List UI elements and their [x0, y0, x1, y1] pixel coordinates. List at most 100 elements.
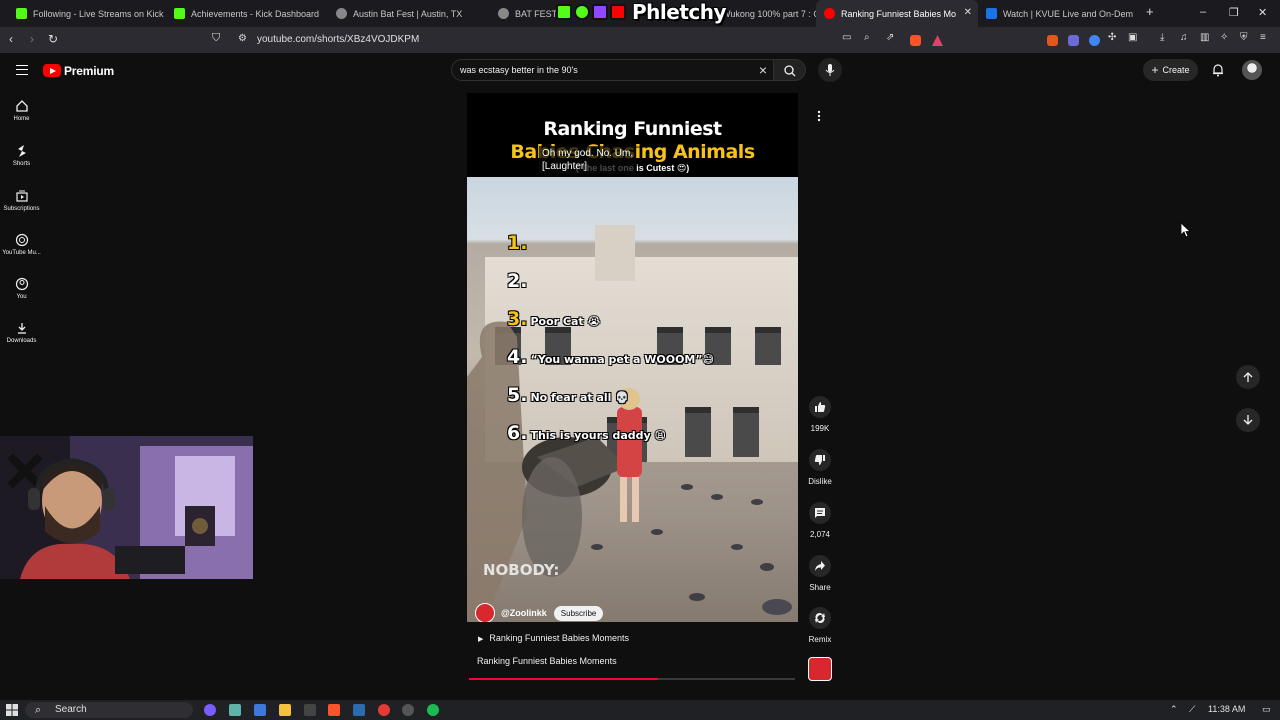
sidebar-item-music[interactable]: YouTube Mu... [0, 233, 43, 256]
stream-overlay-logo: Phletchy [556, 0, 727, 24]
browser-menu-icon[interactable]: ≡ [1260, 32, 1266, 43]
brave-browser-icon[interactable] [328, 704, 340, 716]
caption-line: Oh my god. No. Um, [542, 148, 634, 159]
sidebar-toggle-icon[interactable]: ▣ [1128, 32, 1137, 43]
windows-taskbar: ⌕ Search ⌃ ⟋ 11:38 AM ▭ [0, 700, 1280, 720]
address-bar[interactable]: youtube.com/shorts/XBz4VOJDKPM [257, 34, 419, 45]
notification-center-icon[interactable]: ▭ [1262, 704, 1271, 715]
streamer-webcam [0, 436, 253, 579]
shield-icon[interactable]: ⛨ [1240, 32, 1248, 43]
ai-icon[interactable]: ✧ [1220, 32, 1228, 43]
create-button[interactable]: + Create [1143, 59, 1198, 81]
taskbar-search-box[interactable]: ⌕ Search [25, 702, 193, 718]
extensions-puzzle-icon[interactable]: ✣ [1108, 32, 1116, 43]
tab-austin-bat-fest[interactable]: Austin Bat Fest | Austin, TX [328, 0, 490, 27]
more-options-button[interactable] [808, 105, 830, 127]
shorts-video-player[interactable]: Ranking Funniest Babies Chasing Animals … [467, 93, 798, 622]
sidebar-item-downloads[interactable]: Downloads [0, 321, 43, 344]
tab-title: Watch | KVUE Live and On-Dem [1003, 8, 1134, 19]
subscribe-button[interactable]: Subscribe [553, 605, 604, 621]
cast-icon[interactable]: ▭ [842, 32, 851, 43]
tab-title: Austin Bat Fest | Austin, TX [353, 8, 463, 19]
sidebar-item-home[interactable]: Home [0, 99, 43, 122]
taskbar-app-icon[interactable] [304, 704, 316, 716]
rank-label: Poor Cat 😭 [530, 315, 601, 328]
next-short-button[interactable] [1236, 408, 1260, 432]
playlist-link[interactable]: ▶ Ranking Funniest Babies Moments [478, 633, 629, 643]
channel-name[interactable]: @Zoolinkk [501, 608, 547, 618]
forward-icon[interactable]: › [30, 32, 34, 46]
search-input[interactable]: was ecstasy better in the 90's × [451, 59, 774, 81]
network-icon[interactable]: ⟋ [1189, 704, 1195, 715]
account-avatar[interactable] [1242, 60, 1262, 80]
sidebar-item-label: Subscriptions [3, 206, 40, 212]
extension-circle-icon[interactable] [1089, 35, 1100, 46]
taskbar-app-icon[interactable] [402, 704, 414, 716]
obs-icon[interactable] [378, 704, 390, 716]
panel-icon[interactable]: ▥ [1200, 32, 1209, 43]
rank-label: “You wanna pet a WOOOM”😅 [530, 353, 715, 366]
brave-shields-icon[interactable] [910, 35, 921, 46]
tab-wukong[interactable]: Wukong 100% part 7 : Cl [720, 0, 816, 27]
tab-kick-following[interactable]: Following - Live Streams on Kick [8, 0, 168, 27]
new-tab-icon[interactable]: + [1146, 4, 1154, 19]
video-title[interactable]: Ranking Funniest Babies Moments [477, 656, 617, 666]
close-window-icon[interactable]: ✕ [1258, 6, 1267, 19]
tab-kick-achievements[interactable]: Achievements - Kick Dashboard [166, 0, 328, 27]
create-label: Create [1162, 65, 1190, 75]
shorts-icon [17, 145, 26, 157]
reload-icon[interactable]: ↻ [48, 32, 58, 46]
like-button[interactable]: 199K [801, 396, 839, 433]
search-input-value[interactable]: was ecstasy better in the 90's [460, 65, 578, 75]
sidebar-item-shorts[interactable]: Shorts [0, 144, 43, 167]
sidebar-item-you[interactable]: You [0, 277, 43, 300]
hamburger-menu-icon[interactable] [16, 65, 28, 75]
zoom-icon[interactable]: ⌕ [864, 32, 870, 43]
back-icon[interactable]: ‹ [9, 32, 13, 46]
overlay-brand: Phletchy [632, 0, 727, 24]
voice-search-button[interactable] [818, 58, 842, 82]
minimize-icon[interactable]: – [1200, 6, 1206, 18]
rank-item-5: 5. No fear at all 💀 [507, 384, 629, 406]
search-button[interactable] [774, 59, 806, 81]
file-explorer-icon[interactable] [279, 704, 291, 716]
sidebar-item-subscriptions[interactable]: Subscriptions [0, 189, 43, 212]
share-button[interactable]: Share [801, 555, 839, 592]
taskbar-clock[interactable]: 11:38 AM [1208, 704, 1245, 714]
media-icon[interactable]: ♫ [1180, 32, 1188, 43]
youtube-logo-icon[interactable] [43, 64, 61, 77]
browser-toolbar: ‹ › ↻ ⛉ ⚙ youtube.com/shorts/XBz4VOJDKPM… [0, 27, 1280, 53]
remix-button[interactable]: Remix [801, 607, 839, 644]
notifications-bell-icon[interactable] [1211, 63, 1225, 77]
video-progress-bar[interactable] [469, 678, 795, 680]
tab-kvue[interactable]: Watch | KVUE Live and On-Dem [978, 0, 1138, 27]
bookmark-icon[interactable]: ⛉ [212, 32, 220, 45]
dislike-button[interactable]: Dislike [801, 449, 839, 486]
tray-chevron-icon[interactable]: ⌃ [1170, 704, 1178, 715]
share-page-icon[interactable]: ⇗ [886, 32, 894, 43]
channel-avatar[interactable] [475, 603, 495, 622]
spotify-icon[interactable] [427, 704, 439, 716]
remix-label: Remix [808, 635, 832, 644]
sidebar-item-label: Downloads [6, 338, 37, 344]
copilot-icon[interactable] [204, 704, 216, 716]
youtube-premium-label[interactable]: Premium [64, 64, 114, 78]
clear-search-icon[interactable]: × [759, 62, 767, 78]
taskbar-app-icon[interactable] [229, 704, 241, 716]
tab-youtube-active[interactable]: Ranking Funniest Babies Mo ✕ [816, 0, 978, 27]
taskbar-app-icon[interactable] [254, 704, 266, 716]
downloads-icon[interactable]: ⤓ [1160, 32, 1164, 43]
tab-bat-fest[interactable]: BAT FEST 20 [490, 0, 556, 27]
comments-button[interactable]: 2,074 [801, 502, 839, 539]
previous-short-button[interactable] [1236, 365, 1260, 389]
steam-icon[interactable] [353, 704, 365, 716]
extension-fox-icon[interactable] [1047, 35, 1058, 46]
extension-cloud-icon[interactable] [1068, 35, 1079, 46]
maximize-icon[interactable]: ❐ [1229, 6, 1239, 19]
site-info-icon[interactable]: ⚙ [238, 33, 247, 44]
brave-rewards-icon[interactable] [932, 35, 943, 46]
subscriptions-icon [15, 190, 28, 202]
channel-thumbnail[interactable] [808, 657, 832, 681]
windows-start-icon[interactable] [6, 704, 18, 716]
close-tab-icon[interactable]: ✕ [964, 7, 972, 18]
